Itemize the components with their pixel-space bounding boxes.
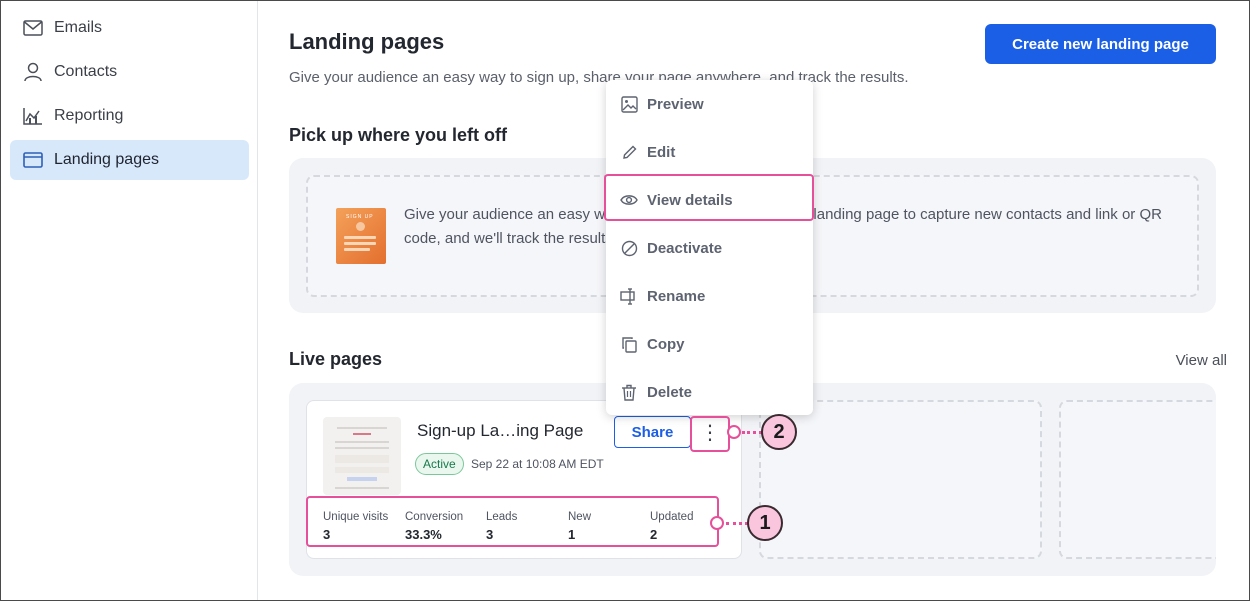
menu-item-label: Rename (647, 287, 706, 305)
menu-item-edit[interactable]: Edit (606, 128, 813, 176)
menu-item-deactivate[interactable]: Deactivate (606, 224, 813, 272)
landing-page-thumbnail[interactable] (323, 417, 401, 495)
live-pages-title: Live pages (289, 349, 383, 369)
thumbnail-bar (344, 242, 376, 245)
rename-icon (620, 287, 638, 305)
menu-item-copy[interactable]: Copy (606, 320, 813, 368)
share-button[interactable]: Share (614, 416, 691, 448)
stats-highlight (306, 496, 719, 547)
status-badge: Active (415, 453, 464, 475)
sidebar: Emails Contacts Reporting Landing pages (1, 1, 258, 600)
thumbnail-label: SIGN UP (346, 214, 374, 220)
callout-2-connector (742, 431, 762, 434)
page-title: Landing pages (289, 29, 445, 54)
placeholder-card (759, 400, 1042, 559)
sidebar-item-label: Contacts (54, 63, 118, 80)
more-options-menu: Preview Edit View details Deactivate Ren… (606, 80, 813, 415)
person-icon (22, 61, 44, 83)
menu-item-preview[interactable]: Preview (606, 80, 813, 128)
thumbnail-line (353, 433, 371, 435)
pickup-section-title: Pick up where you left off (289, 125, 508, 145)
mail-icon (22, 17, 44, 39)
pencil-icon (620, 143, 638, 161)
view-details-highlight (604, 174, 814, 221)
page-subtitle: Give your audience an easy way to sign u… (289, 69, 909, 86)
sidebar-item-label: Landing pages (54, 151, 159, 168)
thumbnail-line (335, 441, 389, 443)
thumbnail-bar (344, 236, 376, 239)
menu-item-label: Delete (647, 383, 693, 401)
callout-2-dot (727, 425, 741, 439)
menu-item-label: Preview (647, 95, 704, 113)
copy-icon (620, 335, 638, 353)
trash-icon (620, 383, 638, 401)
thumbnail-line (337, 427, 387, 429)
thumbnail-line (335, 447, 389, 449)
create-landing-page-button[interactable]: Create new landing page (985, 24, 1216, 64)
sidebar-item-contacts[interactable]: Contacts (10, 52, 249, 92)
menu-item-rename[interactable]: Rename (606, 272, 813, 320)
landing-page-title[interactable]: Sign-up La…ing Page (417, 421, 583, 441)
menu-item-label: Deactivate (647, 239, 723, 257)
landing-page-date: Sep 22 at 10:08 AM EDT (471, 457, 604, 471)
menu-item-delete[interactable]: Delete (606, 368, 813, 416)
menu-item-label: Copy (647, 335, 685, 353)
callout-number: 1 (759, 511, 771, 534)
thumbnail-line (335, 467, 389, 473)
callout-1-connector (726, 522, 748, 525)
sidebar-item-label: Reporting (54, 107, 124, 124)
thumbnail-line (335, 487, 389, 489)
block-icon (620, 239, 638, 257)
menu-item-label: Edit (647, 143, 676, 161)
sidebar-item-label: Emails (54, 19, 103, 36)
browser-window-icon (22, 149, 44, 171)
more-options-highlight (690, 416, 730, 452)
sidebar-item-landing-pages[interactable]: Landing pages (10, 140, 249, 180)
callout-2-badge: 2 (761, 414, 797, 450)
callout-number: 2 (773, 420, 785, 443)
callout-1-dot (710, 516, 724, 530)
sidebar-item-emails[interactable]: Emails (10, 8, 249, 48)
thumbnail-bar (344, 248, 370, 251)
image-icon (620, 95, 638, 113)
callout-1-badge: 1 (747, 505, 783, 541)
thumbnail-line (347, 477, 377, 481)
placeholder-card (1059, 400, 1216, 559)
thumbnail-line (335, 455, 389, 463)
sidebar-item-reporting[interactable]: Reporting (10, 96, 249, 136)
thumbnail-graphic (356, 222, 365, 231)
chart-icon (22, 105, 44, 127)
view-all-link[interactable]: View all (1176, 352, 1227, 369)
signup-template-thumbnail[interactable]: SIGN UP (336, 208, 386, 264)
